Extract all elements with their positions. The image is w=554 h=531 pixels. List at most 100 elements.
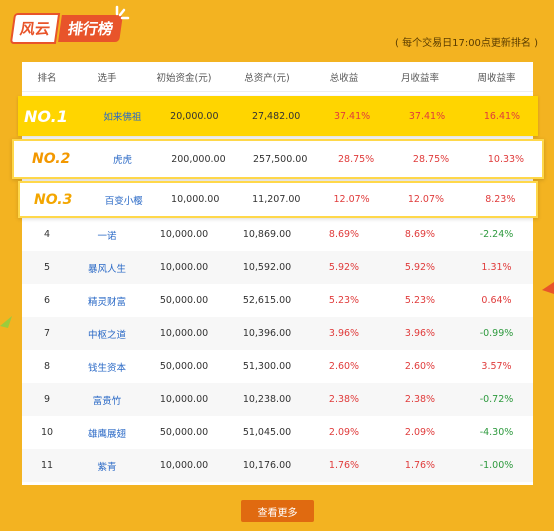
player-link[interactable]: 一诺	[72, 228, 142, 242]
initial-capital: 20,000.00	[170, 110, 219, 122]
table-row: 5 暴风人生 10,000.00 10,592.00 5.92% 5.92% 1…	[22, 251, 533, 284]
table-row: 9 富贵竹 10,000.00 10,238.00 2.38% 2.38% -0…	[22, 383, 533, 416]
update-note: ( 每个交易日17:00点更新排名 )	[395, 38, 538, 49]
week-return: 16.41%	[483, 110, 521, 122]
table-row: 7 中枢之道 10,000.00 10,396.00 3.96% 3.96% -…	[22, 317, 533, 350]
col-total: 总资产(元)	[244, 72, 290, 84]
header: 风云 排行榜 ( 每个交易日17:00点更新排名 )	[0, 0, 554, 62]
total-assets: 51,300.00	[242, 361, 292, 372]
total-return: 2.38%	[328, 394, 360, 405]
total-return: 2.60%	[328, 361, 360, 372]
logo-part-1: 风云	[9, 12, 61, 44]
week-return: -0.72%	[479, 394, 514, 405]
total-assets: 10,592.00	[242, 262, 292, 273]
top-row-3: NO.3 百变小樱 10,000.00 11,207.00 12.07% 12.…	[18, 181, 538, 218]
month-return: 37.41%	[408, 110, 446, 122]
table-row: 10 雄鹰展翅 50,000.00 51,045.00 2.09% 2.09% …	[22, 416, 533, 449]
month-return: 5.92%	[404, 262, 436, 273]
player-link[interactable]: 暴风人生	[72, 261, 142, 275]
initial-capital: 200,000.00	[171, 153, 226, 165]
col-week-return: 周收益率	[477, 72, 516, 84]
total-assets: 10,396.00	[242, 328, 292, 339]
total-return: 1.76%	[328, 460, 360, 471]
table-row: 6 精灵财富 50,000.00 52,615.00 5.23% 5.23% 0…	[22, 284, 533, 317]
total-return: 37.41%	[333, 110, 371, 122]
table-header: 排名 选手 初始资金(元) 总资产(元) 总收益 月收益率 周收益率	[22, 62, 533, 92]
rank-cell: 8	[43, 361, 51, 372]
initial-capital: 50,000.00	[159, 295, 209, 306]
month-return: 2.60%	[404, 361, 436, 372]
col-initial: 初始资金(元)	[156, 72, 212, 84]
total-return: 5.92%	[328, 262, 360, 273]
month-return: 12.07%	[407, 194, 445, 205]
player-link[interactable]: 富贵竹	[72, 393, 142, 407]
month-return: 2.38%	[404, 394, 436, 405]
player-link[interactable]: 紫青	[72, 459, 142, 473]
view-more-button[interactable]: 查看更多	[241, 500, 314, 522]
table-row: 4 一诺 10,000.00 10,869.00 8.69% 8.69% -2.…	[22, 218, 533, 251]
player-link[interactable]: 百变小樱	[94, 193, 154, 207]
rank-cell: 10	[40, 427, 54, 438]
week-return: 10.33%	[487, 153, 525, 165]
rank-badge: NO.2	[32, 151, 71, 167]
week-return: 8.23%	[485, 194, 516, 205]
rank-cell: 5	[43, 262, 51, 273]
rank-cell: 7	[43, 328, 51, 339]
initial-capital: 50,000.00	[159, 361, 209, 372]
player-link[interactable]: 钱生资本	[72, 360, 142, 374]
col-total-return: 总收益	[329, 72, 359, 84]
rank-cell: 4	[43, 229, 51, 240]
total-return: 8.69%	[328, 229, 360, 240]
week-return: -1.00%	[479, 460, 514, 471]
initial-capital: 10,000.00	[159, 394, 209, 405]
week-return: 1.31%	[481, 262, 512, 273]
total-assets: 11,207.00	[252, 194, 301, 205]
initial-capital: 10,000.00	[159, 262, 209, 273]
decor-right-flag	[542, 282, 554, 294]
total-return: 12.07%	[333, 194, 370, 205]
month-return: 5.23%	[404, 295, 436, 306]
total-return: 2.09%	[328, 427, 360, 438]
total-return: 5.23%	[328, 295, 360, 306]
total-assets: 257,500.00	[252, 153, 308, 165]
month-return: 8.69%	[404, 229, 436, 240]
total-return: 3.96%	[328, 328, 360, 339]
week-return: -0.99%	[479, 328, 514, 339]
total-return: 28.75%	[337, 153, 375, 165]
initial-capital: 10,000.00	[159, 460, 209, 471]
total-assets: 52,615.00	[242, 295, 292, 306]
initial-capital: 10,000.00	[171, 194, 220, 205]
player-link[interactable]: 雄鹰展翅	[72, 426, 142, 440]
top-row-2: NO.2 虎虎 200,000.00 257,500.00 28.75% 28.…	[12, 139, 544, 179]
total-assets: 10,238.00	[242, 394, 292, 405]
week-return: -4.30%	[479, 427, 514, 438]
col-rank: 排名	[37, 72, 57, 84]
sparkle-icon	[115, 5, 130, 20]
total-assets: 10,176.00	[242, 460, 292, 471]
player-link[interactable]: 如来佛祖	[92, 109, 152, 123]
initial-capital: 10,000.00	[159, 328, 209, 339]
month-return: 2.09%	[404, 427, 436, 438]
rank-badge: NO.3	[34, 191, 73, 208]
player-link[interactable]: 虎虎	[88, 152, 156, 166]
week-return: -2.24%	[479, 229, 514, 240]
total-assets: 10,869.00	[242, 229, 292, 240]
initial-capital: 10,000.00	[159, 229, 209, 240]
rank-badge: NO.1	[24, 106, 68, 126]
rank-cell: 11	[40, 460, 54, 471]
total-assets: 27,482.00	[251, 110, 301, 122]
col-player: 选手	[97, 72, 117, 84]
rank-cell: 6	[43, 295, 51, 306]
rank-cell: 9	[43, 394, 51, 405]
week-return: 3.57%	[481, 361, 512, 372]
player-link[interactable]: 精灵财富	[72, 294, 142, 308]
total-assets: 51,045.00	[242, 427, 292, 438]
decor-left-leaf	[0, 316, 12, 328]
month-return: 1.76%	[404, 460, 436, 471]
month-return: 3.96%	[404, 328, 436, 339]
initial-capital: 50,000.00	[159, 427, 209, 438]
top-row-1: NO.1 如来佛祖 20,000.00 27,482.00 37.41% 37.…	[18, 96, 538, 136]
player-link[interactable]: 中枢之道	[72, 327, 142, 341]
week-return: 0.64%	[481, 295, 512, 306]
table-row: 8 钱生资本 50,000.00 51,300.00 2.60% 2.60% 3…	[22, 350, 533, 383]
